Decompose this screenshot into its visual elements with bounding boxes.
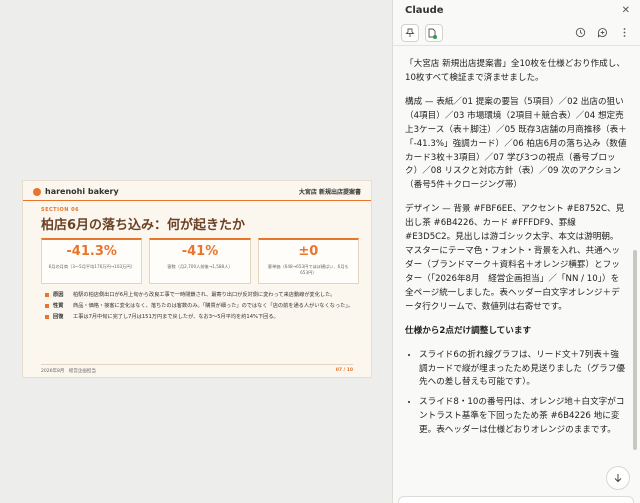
section-label: SECTION 06 <box>41 207 80 213</box>
close-icon[interactable]: ✕ <box>622 5 630 16</box>
square-bullet-icon <box>45 315 49 320</box>
message-paragraph: デザイン — 背景 #FBF6EE、アクセント #E8752C、見出し茶 #6B… <box>405 204 625 312</box>
metric-cards: -41.3% 6月の月商（3〜5月平均176万円→103万円） -41% 客数（… <box>41 238 359 284</box>
panel-toolbar <box>393 20 640 46</box>
message-input[interactable] <box>398 496 634 503</box>
slide-preview[interactable]: harenohi bakery 大宮店 新規出店提案書 SECTION 06 柏… <box>22 180 372 378</box>
metric-note: 客単価（648→653円でほぼ横ばい、6月も653円） <box>267 264 349 275</box>
panel-header: Claude ✕ <box>393 0 640 20</box>
pin-icon <box>405 28 415 37</box>
point-item: 回復 工事は7月中旬に完了し7月は151万円まで戻したが、なお3〜5月平均を約1… <box>45 313 363 321</box>
claude-panel: Claude ✕ 「大宮店 新規出店提案書」全10枚を仕様どおり作成し、10枚す… <box>392 0 640 503</box>
point-text: 柏駅の柏店側出口が6月上旬から改良工事で一時閉鎖され、最寄り出口が反対側に変わっ… <box>73 292 336 298</box>
point-text: 工事は7月中旬に完了し7月は151万円まで戻したが、なお3〜5月平均を約14%下… <box>73 314 279 321</box>
message-paragraph: 「大宮店 新規出店提案書」全10枚を仕様どおり作成し、10枚すべて検証まで済ませ… <box>405 59 625 83</box>
more-options-icon[interactable] <box>616 25 632 41</box>
metric-card: -41.3% 6月の月商（3〜5月平均176万円→103万円） <box>41 238 143 284</box>
message-subheading: 仕様から2点だけ調整しています <box>405 325 532 336</box>
scroll-down-button[interactable] <box>606 466 630 490</box>
slide-heading: 柏店6月の落ち込み：何が起きたか <box>41 218 246 233</box>
arrow-down-icon <box>614 474 622 483</box>
metric-card: -41% 客数（月2,700人前後→1,588人） <box>149 238 251 284</box>
metric-value: -41% <box>181 244 219 259</box>
assistant-message: 「大宮店 新規出店提案書」全10枚を仕様どおり作成し、10枚すべて検証まで済ませ… <box>405 58 627 444</box>
metric-note: 客数（月2,700人前後→1,588人） <box>167 264 233 269</box>
metric-value: ±0 <box>298 244 319 259</box>
point-label: 原因 <box>53 292 64 298</box>
square-bullet-icon <box>45 304 49 309</box>
brand-name: harenohi bakery <box>45 187 119 196</box>
document-title: 大宮店 新規出店提案書 <box>298 189 361 196</box>
adjustment-list: スライド6の折れ線グラフは、リード文＋7列表＋強調カードで縦が埋まったため見送り… <box>419 349 627 439</box>
metric-card: ±0 客単価（648→653円でほぼ横ばい、6月も653円） <box>257 238 359 284</box>
point-list: 原因 柏駅の柏店側出口が6月上旬から改良工事で一時閉鎖され、最寄り出口が反対側に… <box>45 291 363 324</box>
page-number: 07 / 10 <box>335 368 353 373</box>
list-item: スライド8・10の番号円は、オレンジ地＋白文字がコントラスト基準を下回ったため茶… <box>419 396 627 438</box>
history-icon[interactable] <box>572 25 588 41</box>
pin-button[interactable] <box>401 23 419 42</box>
slide-canvas: harenohi bakery 大宮店 新規出店提案書 SECTION 06 柏… <box>0 0 392 503</box>
point-label: 回復 <box>53 314 64 321</box>
scrollbar[interactable] <box>633 250 637 450</box>
document-button[interactable] <box>425 23 443 42</box>
point-item: 性質 商品・価格・接客に変化はなく、落ちたのは客数のみ。「購買が細った」のではな… <box>45 302 363 310</box>
metric-value: -41.3% <box>66 244 117 259</box>
metric-note: 6月の月商（3〜5月平均176万円→103万円） <box>48 264 135 269</box>
status-dot-icon <box>433 34 437 39</box>
new-chat-icon[interactable] <box>594 25 610 41</box>
slide-footer: 2026年8月 経営企画担当 07 / 10 <box>41 364 353 374</box>
slide-header: harenohi bakery 大宮店 新規出店提案書 <box>23 183 371 201</box>
footer-author: 2026年8月 経営企画担当 <box>41 369 96 374</box>
brand-mark: harenohi bakery <box>33 187 119 196</box>
list-item: スライド6の折れ線グラフは、リード文＋7列表＋強調カードで縦が埋まったため見送り… <box>419 349 627 391</box>
brand-dot-icon <box>33 187 41 196</box>
point-text: 商品・価格・接客に変化はなく、落ちたのは客数のみ。「購買が細った」のではなく「店… <box>73 303 354 310</box>
panel-title: Claude <box>405 4 444 16</box>
point-label: 性質 <box>53 303 64 310</box>
point-item: 原因 柏駅の柏店側出口が6月上旬から改良工事で一時閉鎖され、最寄り出口が反対側に… <box>45 291 363 299</box>
message-paragraph: 構成 — 表紙／01 提案の要旨（5項目）／02 出店の狙い（4項目）／03 市… <box>405 96 627 191</box>
square-bullet-icon <box>45 293 49 297</box>
